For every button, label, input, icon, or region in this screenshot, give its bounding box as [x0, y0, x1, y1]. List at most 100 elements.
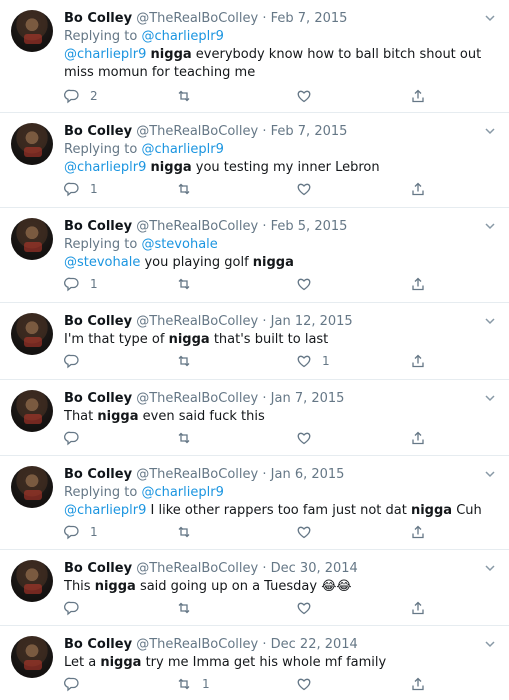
- tweet-date[interactable]: Jan 7, 2015: [271, 391, 345, 406]
- share-button[interactable]: [410, 351, 426, 371]
- tweet-date[interactable]: Dec 22, 2014: [271, 637, 358, 652]
- reply-button[interactable]: 1: [64, 522, 98, 542]
- like-button[interactable]: [296, 674, 322, 694]
- reply-button[interactable]: 1: [64, 274, 98, 294]
- user-handle[interactable]: @TheRealBoColley: [136, 314, 258, 329]
- share-button[interactable]: [410, 179, 426, 199]
- share-button[interactable]: [410, 522, 426, 542]
- display-name[interactable]: Bo Colley: [64, 391, 132, 406]
- replying-to: Replying to @charlieplr9: [64, 28, 485, 46]
- display-name[interactable]: Bo Colley: [64, 314, 132, 329]
- tweet-date[interactable]: Feb 5, 2015: [271, 219, 348, 234]
- avatar[interactable]: [11, 123, 53, 165]
- like-button[interactable]: [296, 86, 322, 106]
- mention-link[interactable]: @charlieplr9: [64, 47, 146, 62]
- user-handle[interactable]: @TheRealBoColley: [136, 561, 258, 576]
- retweet-button[interactable]: [176, 351, 202, 371]
- chevron-down-icon[interactable]: [484, 12, 496, 24]
- display-name[interactable]: Bo Colley: [64, 11, 132, 26]
- reply-button[interactable]: [64, 598, 90, 618]
- tweet[interactable]: Bo Colley @TheRealBoColley · Feb 7, 2015…: [0, 113, 509, 208]
- retweet-button[interactable]: [176, 179, 202, 199]
- retweet-button[interactable]: 1: [176, 674, 210, 694]
- user-handle[interactable]: @TheRealBoColley: [136, 637, 258, 652]
- display-name[interactable]: Bo Colley: [64, 124, 132, 139]
- chevron-down-icon[interactable]: [484, 315, 496, 327]
- like-button[interactable]: [296, 522, 322, 542]
- user-handle[interactable]: @TheRealBoColley: [136, 124, 258, 139]
- user-handle[interactable]: @TheRealBoColley: [136, 467, 258, 482]
- reply-count: 2: [90, 89, 98, 103]
- user-handle[interactable]: @TheRealBoColley: [136, 391, 258, 406]
- like-button[interactable]: 1: [296, 351, 330, 371]
- like-button[interactable]: [296, 598, 322, 618]
- tweet-date[interactable]: Jan 6, 2015: [271, 467, 345, 482]
- tweet-date[interactable]: Dec 30, 2014: [271, 561, 358, 576]
- mention-link[interactable]: @stevohale: [64, 255, 140, 270]
- replying-to-link[interactable]: @charlieplr9: [141, 485, 223, 500]
- avatar[interactable]: [11, 636, 53, 678]
- chevron-down-icon[interactable]: [484, 392, 496, 404]
- retweet-button[interactable]: [176, 598, 202, 618]
- reply-button[interactable]: [64, 428, 90, 448]
- tweet[interactable]: Bo Colley @TheRealBoColley · Feb 7, 2015…: [0, 0, 509, 113]
- retweet-button[interactable]: [176, 274, 202, 294]
- share-button[interactable]: [410, 86, 426, 106]
- mention-link[interactable]: @charlieplr9: [64, 503, 146, 518]
- reply-button[interactable]: [64, 351, 90, 371]
- retweet-button[interactable]: [176, 522, 202, 542]
- display-name[interactable]: Bo Colley: [64, 467, 132, 482]
- share-button[interactable]: [410, 428, 426, 448]
- tweet[interactable]: Bo Colley @TheRealBoColley · Dec 22, 201…: [0, 626, 509, 700]
- chevron-down-icon[interactable]: [484, 468, 496, 480]
- tweet[interactable]: Bo Colley @TheRealBoColley · Feb 5, 2015…: [0, 208, 509, 303]
- avatar[interactable]: [11, 390, 53, 432]
- heart-icon: [297, 602, 311, 615]
- highlighted-term: nigga: [94, 579, 136, 594]
- replying-to-label: Replying to: [64, 237, 142, 252]
- display-name[interactable]: Bo Colley: [64, 637, 132, 652]
- display-name[interactable]: Bo Colley: [64, 219, 132, 234]
- retweet-button[interactable]: [176, 428, 202, 448]
- tweet-actions: 1: [64, 522, 444, 542]
- reply-button[interactable]: [64, 674, 90, 694]
- tweet[interactable]: Bo Colley @TheRealBoColley · Dec 30, 201…: [0, 550, 509, 626]
- tweet[interactable]: Bo Colley @TheRealBoColley · Jan 7, 2015…: [0, 380, 509, 456]
- mention-link[interactable]: @charlieplr9: [64, 160, 146, 175]
- like-button[interactable]: [296, 274, 322, 294]
- like-button[interactable]: [296, 179, 322, 199]
- replying-to-link[interactable]: @stevohale: [141, 237, 217, 252]
- replying-to-link[interactable]: @charlieplr9: [141, 142, 223, 157]
- retweet-button[interactable]: [176, 86, 202, 106]
- tweet-header: Bo Colley @TheRealBoColley · Jan 7, 2015: [64, 390, 485, 408]
- share-button[interactable]: [410, 674, 426, 694]
- chevron-down-icon[interactable]: [484, 562, 496, 574]
- user-handle[interactable]: @TheRealBoColley: [136, 219, 258, 234]
- share-button[interactable]: [410, 274, 426, 294]
- display-name[interactable]: Bo Colley: [64, 561, 132, 576]
- reply-icon: [64, 431, 79, 446]
- reply-button[interactable]: 1: [64, 179, 98, 199]
- tweet[interactable]: Bo Colley @TheRealBoColley · Jan 12, 201…: [0, 303, 509, 380]
- avatar[interactable]: [11, 313, 53, 355]
- chevron-down-icon[interactable]: [484, 220, 496, 232]
- chevron-down-icon[interactable]: [484, 125, 496, 137]
- highlighted-term: nigga: [168, 332, 210, 347]
- user-handle[interactable]: @TheRealBoColley: [136, 11, 258, 26]
- avatar[interactable]: [11, 218, 53, 260]
- tweet-text: Let a nigga try me Imma get his whole mf…: [64, 654, 485, 672]
- avatar[interactable]: [11, 10, 53, 52]
- reply-button[interactable]: 2: [64, 86, 98, 106]
- share-button[interactable]: [410, 598, 426, 618]
- avatar[interactable]: [11, 560, 53, 602]
- avatar[interactable]: [11, 466, 53, 508]
- tweet-date[interactable]: Feb 7, 2015: [271, 11, 348, 26]
- retweet-icon: [178, 278, 190, 290]
- tweet-date[interactable]: Feb 7, 2015: [271, 124, 348, 139]
- tweet-date[interactable]: Jan 12, 2015: [271, 314, 353, 329]
- replying-to-link[interactable]: @charlieplr9: [141, 29, 223, 44]
- tweet-text-pre: I'm that type of: [64, 332, 169, 347]
- chevron-down-icon[interactable]: [484, 638, 496, 650]
- tweet[interactable]: Bo Colley @TheRealBoColley · Jan 6, 2015…: [0, 456, 509, 550]
- like-button[interactable]: [296, 428, 322, 448]
